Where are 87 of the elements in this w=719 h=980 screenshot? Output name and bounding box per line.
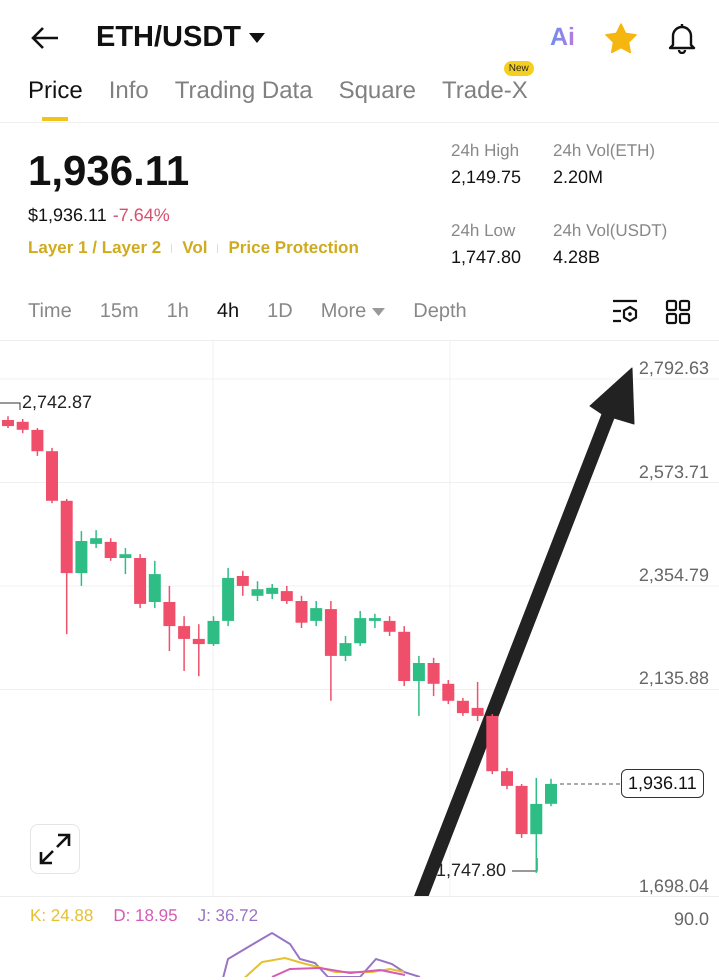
leader-line (512, 858, 538, 872)
candle (368, 614, 381, 628)
stat-label: 24h High (451, 141, 520, 161)
price-change: -7.64% (112, 205, 170, 226)
candle (442, 680, 454, 704)
candle (208, 616, 220, 646)
candle (384, 616, 396, 636)
candle (412, 656, 425, 716)
star-icon[interactable] (605, 22, 637, 52)
stat-value: 2,149.75 (451, 167, 522, 188)
price-axis-label: 1,698.04 (638, 876, 709, 896)
tab[interactable]: Trading Data (174, 75, 313, 115)
fiat-price: $1,936.11 (28, 205, 107, 226)
candle (472, 682, 484, 722)
candle (280, 586, 293, 604)
back-arrow-icon[interactable] (30, 26, 60, 50)
caret-icon (372, 308, 386, 316)
interval-tab[interactable]: Time (28, 300, 72, 323)
price-axis-label: 2,135.88 (638, 668, 709, 690)
candle (90, 530, 102, 548)
caret-icon (249, 32, 265, 42)
price-axis-label: 2,792.63 (638, 358, 709, 379)
candle (340, 636, 352, 662)
candle (75, 531, 88, 586)
tab[interactable]: Trade-X (442, 75, 528, 115)
candle (428, 658, 440, 696)
stat-label: 24h Vol(ETH) (553, 141, 656, 161)
stat-value: 4.28B (553, 247, 602, 268)
candle (16, 419, 29, 434)
tab[interactable]: Price (28, 75, 83, 115)
tab-indicator (42, 117, 68, 121)
expand-icon (37, 831, 73, 867)
interval-tab[interactable]: More (320, 300, 386, 323)
interval-tab[interactable]: 4h (216, 300, 240, 323)
pair-selector[interactable]: ETH/USDT (96, 21, 265, 54)
candle (148, 560, 161, 608)
candle (354, 611, 366, 646)
candle (222, 568, 234, 626)
candle (31, 428, 44, 456)
new-badge: New (504, 61, 534, 76)
tab[interactable]: Info (108, 75, 149, 115)
stat-value: 2.20M (553, 167, 604, 188)
candle (252, 581, 264, 601)
interval-tab[interactable]: 1h (166, 300, 189, 323)
candle (236, 570, 249, 596)
interval-tab[interactable]: 1D (267, 300, 293, 323)
stat-value: 1,747.80 (451, 247, 522, 268)
candle (46, 448, 58, 504)
indicator-axis-label: 90.0 (674, 909, 709, 930)
candle (296, 596, 308, 628)
high-price-label: 2,742.87 (22, 392, 92, 413)
interval-tab[interactable]: Depth (413, 300, 467, 323)
last-price: 1,936.11 (28, 147, 190, 195)
candle (516, 784, 528, 838)
indicator-settings-icon[interactable] (611, 298, 639, 322)
indicator-value: K: 24.88 (30, 906, 94, 926)
candle (119, 548, 132, 574)
price-axis-label: 2,573.71 (638, 462, 709, 482)
tag-link[interactable]: Price Protection (228, 238, 359, 258)
last-price-tag: 1,936.11 (621, 769, 704, 798)
leader-line (0, 402, 20, 410)
candle (501, 768, 513, 790)
tag-link[interactable]: Vol (182, 238, 208, 258)
candle (545, 778, 557, 806)
price-axis-label: 2,354.79 (638, 565, 709, 586)
indicator-value: J: 36.72 (198, 906, 258, 926)
candle (456, 698, 469, 716)
expand-button[interactable] (30, 824, 80, 874)
tag-link[interactable]: Layer 1 / Layer 2 (28, 238, 162, 258)
candle (178, 616, 190, 671)
candle (2, 416, 14, 428)
stat-label: 24h Vol(USDT) (553, 221, 668, 241)
low-price-label: 1,747.80 (436, 860, 506, 881)
tab[interactable]: Square (338, 75, 416, 115)
candle (104, 538, 117, 561)
candle (310, 601, 322, 626)
grid-icon[interactable] (665, 298, 691, 324)
candle (398, 626, 410, 686)
interval-tab[interactable]: 15m (100, 300, 139, 323)
stat-label: 24h Low (451, 221, 516, 241)
candle (192, 624, 205, 676)
candle (486, 714, 498, 774)
candle (134, 554, 146, 608)
candle (163, 586, 176, 652)
indicator-value: D: 18.95 (113, 906, 178, 926)
candle (266, 584, 278, 600)
bell-icon[interactable] (667, 22, 697, 54)
